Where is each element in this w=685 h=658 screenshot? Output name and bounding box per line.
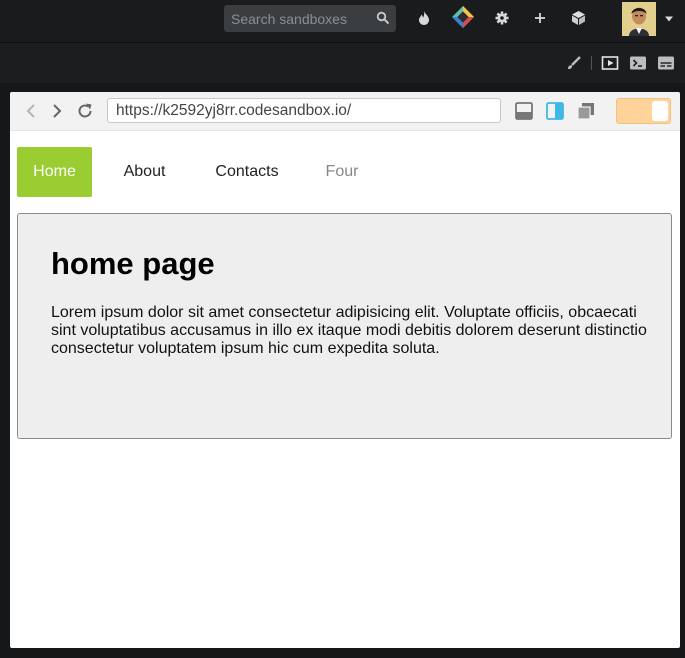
layout-window-icon[interactable]: [577, 102, 595, 120]
avatar[interactable]: [622, 2, 656, 36]
nav-item-about[interactable]: About: [112, 147, 177, 197]
toggle-knob: [652, 101, 668, 121]
search-icon[interactable]: [376, 11, 390, 25]
page-title: home page: [51, 246, 215, 281]
plus-icon[interactable]: [531, 9, 549, 27]
content-card: home page Lorem ipsum dolor sit amet con…: [17, 213, 672, 439]
search-box[interactable]: [224, 5, 396, 32]
nav-item-contacts[interactable]: Contacts: [202, 147, 292, 197]
toolbar-divider: [591, 56, 592, 70]
editor-toolbar: [0, 43, 685, 83]
nav-item-four[interactable]: Four: [317, 147, 367, 197]
layout-bottom-icon[interactable]: [515, 102, 533, 120]
flame-icon[interactable]: [415, 9, 433, 27]
top-bar: [0, 0, 685, 43]
console-icon[interactable]: [657, 55, 675, 71]
terminal-icon[interactable]: [629, 55, 647, 71]
preview-frame: https://k2592yj8rr.codesandbox.io/ Home …: [10, 92, 680, 648]
forward-icon[interactable]: [48, 102, 66, 120]
gear-icon[interactable]: [493, 9, 511, 27]
url-input[interactable]: https://k2592yj8rr.codesandbox.io/: [107, 98, 501, 123]
nav-item-home[interactable]: Home: [17, 147, 92, 197]
search-input[interactable]: [224, 5, 381, 32]
back-icon[interactable]: [22, 102, 40, 120]
preview-icon[interactable]: [601, 55, 619, 71]
refresh-icon[interactable]: [76, 102, 94, 120]
codesandbox-logo-icon[interactable]: [451, 5, 475, 29]
layout-side-icon[interactable]: [546, 102, 564, 120]
page-body-text: Lorem ipsum dolor sit amet consectetur a…: [51, 304, 647, 357]
preview-toggle[interactable]: [616, 98, 671, 124]
box-icon[interactable]: [569, 9, 587, 27]
brush-icon[interactable]: [565, 55, 583, 71]
browser-address-bar: https://k2592yj8rr.codesandbox.io/: [10, 92, 680, 131]
chevron-down-icon[interactable]: [664, 15, 674, 23]
